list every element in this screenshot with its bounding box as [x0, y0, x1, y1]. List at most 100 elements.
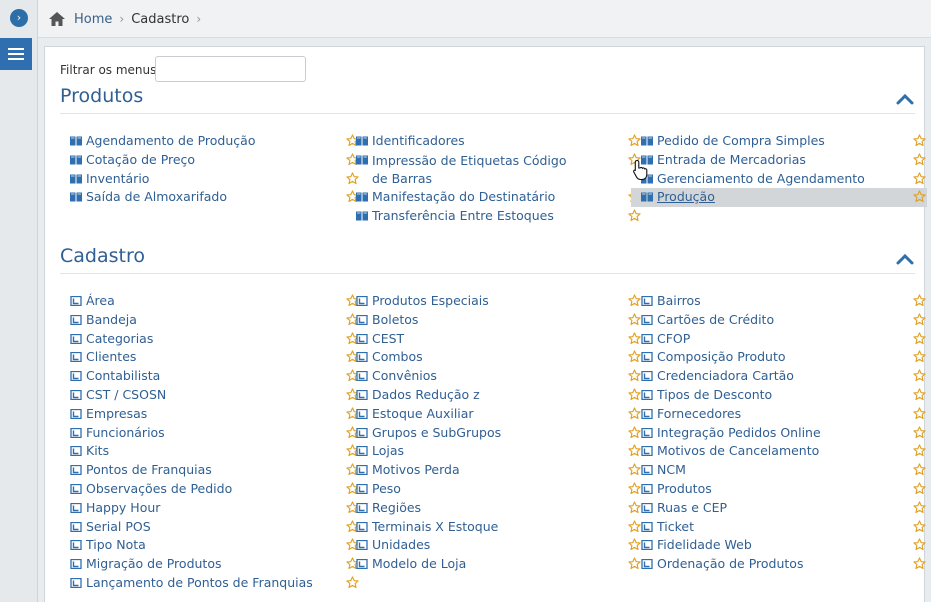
- menu-item[interactable]: Ordenação de Produtos: [641, 555, 927, 574]
- menu-item[interactable]: Empresas: [70, 405, 360, 424]
- menu-item[interactable]: NCM: [641, 461, 927, 480]
- menu-item[interactable]: Estoque Auxiliar: [356, 405, 642, 424]
- favorite-star-icon[interactable]: [913, 538, 926, 551]
- menu-item[interactable]: Saída de Almoxarifado: [70, 188, 360, 207]
- menu-item[interactable]: Credenciadora Cartão: [641, 367, 927, 386]
- favorite-star-icon[interactable]: [628, 407, 641, 420]
- favorite-star-icon[interactable]: [913, 482, 926, 495]
- favorite-star-icon[interactable]: [628, 425, 641, 439]
- chevron-up-icon[interactable]: [896, 93, 914, 105]
- menu-item[interactable]: Inventário: [70, 170, 360, 189]
- filter-input[interactable]: [155, 56, 306, 82]
- menu-item[interactable]: Motivos de Cancelamento: [641, 442, 927, 461]
- menu-item[interactable]: Serial POS: [70, 518, 360, 537]
- favorite-star-icon[interactable]: [628, 482, 641, 495]
- favorite-star-icon[interactable]: [913, 331, 926, 345]
- menu-item[interactable]: Kits: [70, 442, 360, 461]
- menu-item[interactable]: Entrada de Mercadorias: [641, 151, 927, 170]
- favorite-star-icon[interactable]: [628, 444, 641, 457]
- menu-item[interactable]: Integração Pedidos Online: [641, 424, 927, 443]
- favorite-star-icon[interactable]: [913, 313, 926, 326]
- menu-item[interactable]: Cotação de Preço: [70, 151, 360, 170]
- favorite-star-icon[interactable]: [913, 501, 926, 514]
- favorite-star-icon[interactable]: [628, 331, 641, 345]
- menu-item[interactable]: Boletos: [356, 311, 642, 330]
- favorite-star-icon[interactable]: [628, 538, 641, 551]
- menu-item[interactable]: Gerenciamento de Agendamento: [641, 170, 927, 189]
- menu-item[interactable]: Lançamento de Pontos de Franquias: [70, 574, 360, 593]
- menu-item[interactable]: Observações de Pedido: [70, 480, 360, 499]
- menu-item[interactable]: Peso: [356, 480, 642, 499]
- favorite-star-icon[interactable]: [913, 557, 926, 570]
- menu-item[interactable]: Funcionários: [70, 424, 360, 443]
- favorite-star-icon[interactable]: [913, 463, 926, 476]
- favorite-star-icon[interactable]: [628, 501, 641, 514]
- favorite-star-icon[interactable]: [913, 134, 926, 147]
- menu-item[interactable]: Produtos Especiais: [356, 292, 642, 311]
- breadcrumb-home[interactable]: Home: [74, 12, 112, 27]
- menu-item[interactable]: Fornecedores: [641, 405, 927, 424]
- favorite-star-icon[interactable]: [913, 519, 926, 533]
- favorite-star-icon[interactable]: [628, 369, 641, 382]
- menu-item[interactable]: Regiões: [356, 499, 642, 518]
- menu-item[interactable]: Tipos de Desconto: [641, 386, 927, 405]
- favorite-star-icon[interactable]: [628, 134, 641, 147]
- favorite-star-icon[interactable]: [913, 425, 926, 439]
- menu-item[interactable]: Cartões de Crédito: [641, 311, 927, 330]
- favorite-star-icon[interactable]: [913, 294, 926, 307]
- menu-item[interactable]: Composição Produto: [641, 348, 927, 367]
- menu-item[interactable]: Contabilista: [70, 367, 360, 386]
- menu-item[interactable]: Ruas e CEP: [641, 499, 927, 518]
- menu-item[interactable]: Dados Redução z: [356, 386, 642, 405]
- chevron-up-icon[interactable]: [896, 253, 914, 265]
- favorite-star-icon[interactable]: [628, 350, 641, 363]
- menu-item[interactable]: CEST: [356, 330, 642, 349]
- menu-item[interactable]: Produtos: [641, 480, 927, 499]
- menu-item[interactable]: Unidades: [356, 536, 642, 555]
- menu-item[interactable]: CST / CSOSN: [70, 386, 360, 405]
- menu-item[interactable]: Fidelidade Web: [641, 536, 927, 555]
- favorite-star-icon[interactable]: [913, 407, 926, 420]
- menu-item[interactable]: Motivos Perda: [356, 461, 642, 480]
- favorite-star-icon[interactable]: [913, 190, 926, 203]
- menu-item[interactable]: Convênios: [356, 367, 642, 386]
- menu-item[interactable]: Terminais X Estoque: [356, 518, 642, 537]
- menu-item[interactable]: Identificadores: [356, 132, 642, 151]
- favorite-star-icon[interactable]: [628, 388, 641, 401]
- favorite-star-icon[interactable]: [913, 171, 926, 185]
- home-icon[interactable]: [48, 11, 66, 27]
- menu-item[interactable]: Modelo de Loja: [356, 555, 642, 574]
- favorite-star-icon[interactable]: [628, 557, 641, 570]
- menu-item[interactable]: Grupos e SubGrupos: [356, 424, 642, 443]
- menu-item[interactable]: Bandeja: [70, 311, 360, 330]
- menu-item[interactable]: Tipo Nota: [70, 536, 360, 555]
- menu-item[interactable]: Manifestação do Destinatário: [356, 188, 642, 207]
- favorite-star-icon[interactable]: [913, 444, 926, 457]
- chevron-right-circle-icon[interactable]: ›: [10, 9, 28, 27]
- favorite-star-icon[interactable]: [913, 369, 926, 382]
- favorite-star-icon[interactable]: [346, 576, 359, 589]
- menu-item[interactable]: Área: [70, 292, 360, 311]
- hamburger-menu-icon[interactable]: [0, 38, 32, 70]
- breadcrumb-current[interactable]: Cadastro: [131, 12, 189, 27]
- menu-item[interactable]: Combos: [356, 348, 642, 367]
- menu-item[interactable]: Clientes: [70, 348, 360, 367]
- menu-item[interactable]: Migração de Produtos: [70, 555, 360, 574]
- favorite-star-icon[interactable]: [628, 519, 641, 533]
- menu-item[interactable]: Lojas: [356, 442, 642, 461]
- favorite-star-icon[interactable]: [628, 209, 641, 222]
- favorite-star-icon[interactable]: [913, 153, 926, 166]
- favorite-star-icon[interactable]: [628, 463, 641, 476]
- menu-item[interactable]: Pedido de Compra Simples: [641, 132, 927, 151]
- favorite-star-icon[interactable]: [913, 350, 926, 363]
- menu-item[interactable]: Produção: [631, 188, 927, 208]
- favorite-star-icon[interactable]: [628, 313, 641, 326]
- menu-item[interactable]: Pontos de Franquias: [70, 461, 360, 480]
- menu-item[interactable]: CFOP: [641, 330, 927, 349]
- menu-item[interactable]: Agendamento de Produção: [70, 132, 360, 151]
- favorite-star-icon[interactable]: [913, 388, 926, 401]
- favorite-star-icon[interactable]: [628, 294, 641, 307]
- menu-item[interactable]: Bairros: [641, 292, 927, 311]
- menu-item[interactable]: Happy Hour: [70, 499, 360, 518]
- menu-item[interactable]: Categorias: [70, 330, 360, 349]
